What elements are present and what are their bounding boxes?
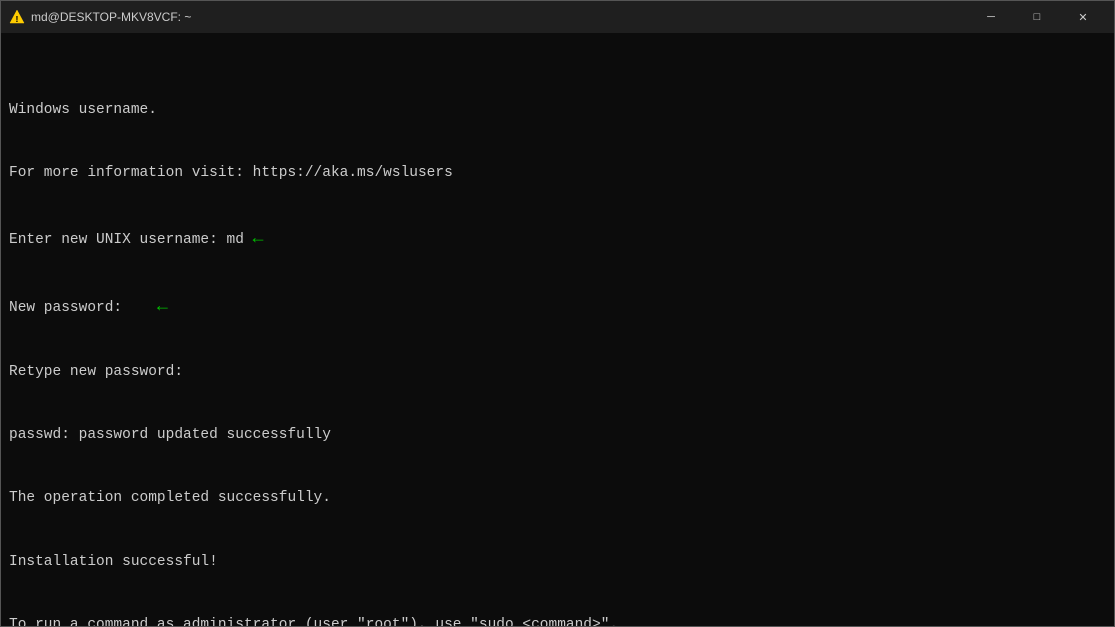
terminal-icon: ! bbox=[9, 9, 25, 25]
terminal-output: Windows username. For more information v… bbox=[9, 37, 1106, 626]
maximize-button[interactable]: □ bbox=[1014, 1, 1060, 33]
line-install-success: Installation successful! bbox=[9, 552, 1106, 573]
line-retype-password: Retype new password: bbox=[9, 362, 1106, 383]
svg-text:!: ! bbox=[14, 15, 19, 25]
titlebar-title: md@DESKTOP-MKV8VCF: ~ bbox=[31, 10, 191, 24]
line-passwd-updated: passwd: password updated successfully bbox=[9, 425, 1106, 446]
line-enter-username: Enter new UNIX username: md ← bbox=[9, 226, 1106, 252]
line-sudo-info: To run a command as administrator (user … bbox=[9, 615, 1106, 626]
terminal-window: ! md@DESKTOP-MKV8VCF: ~ ─ □ ✕ Windows us… bbox=[0, 0, 1115, 627]
line-more-info: For more information visit: https://aka.… bbox=[9, 163, 1106, 184]
terminal-body[interactable]: Windows username. For more information v… bbox=[1, 33, 1114, 626]
arrow-username: ← bbox=[253, 229, 264, 249]
close-button[interactable]: ✕ bbox=[1060, 1, 1106, 33]
titlebar: ! md@DESKTOP-MKV8VCF: ~ ─ □ ✕ bbox=[1, 1, 1114, 33]
minimize-button[interactable]: ─ bbox=[968, 1, 1014, 33]
line-windows-username: Windows username. bbox=[9, 100, 1106, 121]
line-operation-completed: The operation completed successfully. bbox=[9, 488, 1106, 509]
titlebar-controls: ─ □ ✕ bbox=[968, 1, 1106, 33]
titlebar-left: ! md@DESKTOP-MKV8VCF: ~ bbox=[9, 9, 191, 25]
line-new-password: New password: ← bbox=[9, 294, 1106, 320]
arrow-password: ← bbox=[157, 297, 168, 317]
